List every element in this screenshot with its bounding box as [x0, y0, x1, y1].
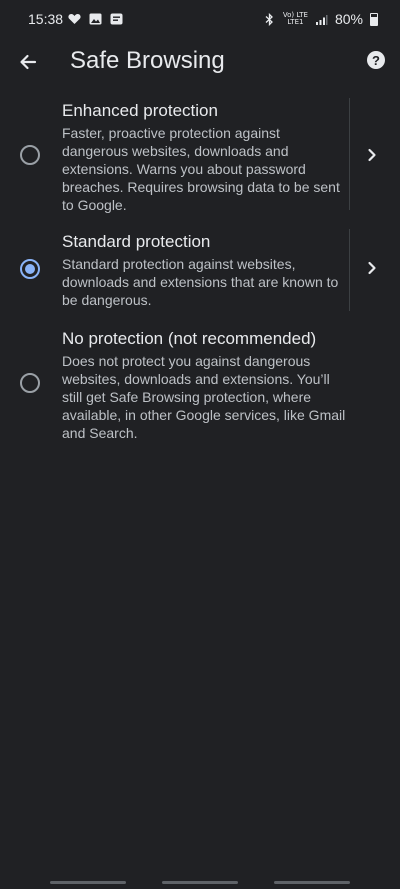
system-status: Vo) LTE LTE1 80% [263, 11, 378, 27]
help-icon: ? [372, 52, 380, 68]
option-description: Standard protection against websites, do… [62, 256, 339, 308]
option-description: Faster, proactive protection against dan… [62, 125, 340, 213]
nav-back-hint[interactable] [274, 881, 350, 884]
option-standard-protection[interactable]: Standard protection Standard protection … [0, 229, 400, 315]
status-time: 15:38 [28, 11, 64, 27]
signal-icon [315, 13, 328, 25]
navigation-bar [0, 879, 400, 889]
divider [349, 98, 350, 210]
chat-icon [110, 12, 123, 25]
option-title: Standard protection [62, 232, 211, 251]
bluetooth-icon [263, 12, 276, 27]
option-enhanced-protection[interactable]: Enhanced protection Faster, proactive pr… [0, 98, 400, 214]
battery-percent: 80% [334, 11, 363, 27]
details-button-standard[interactable] [363, 259, 381, 277]
option-title: No protection (not recommended) [62, 329, 317, 348]
option-text: No protection (not recommended) Does not… [62, 328, 346, 442]
radio-standard-protection[interactable] [20, 259, 40, 279]
heart-icon [68, 12, 81, 24]
option-no-protection[interactable]: No protection (not recommended) Does not… [0, 326, 400, 444]
network-type: Vo) LTE LTE1 [283, 12, 308, 26]
radio-enhanced-protection[interactable] [20, 145, 40, 165]
option-text: Standard protection Standard protection … [62, 231, 346, 309]
divider [349, 229, 350, 311]
nav-recents-hint[interactable] [50, 881, 126, 884]
notification-icons [68, 12, 123, 25]
battery-icon [370, 12, 378, 26]
radio-no-protection[interactable] [20, 373, 40, 393]
details-button-enhanced[interactable] [363, 146, 381, 164]
nav-home-hint[interactable] [162, 881, 238, 884]
chevron-right-icon [368, 261, 376, 275]
option-title: Enhanced protection [62, 101, 218, 120]
back-button[interactable] [14, 48, 42, 76]
chevron-right-icon [368, 148, 376, 162]
help-button[interactable]: ? [367, 51, 385, 69]
network-type-bottom: LTE1 [287, 18, 304, 26]
option-description: Does not protect you against dangerous w… [62, 353, 346, 441]
page-title: Safe Browsing [70, 47, 225, 74]
arrow-back-icon [20, 54, 37, 70]
option-text: Enhanced protection Faster, proactive pr… [62, 100, 346, 214]
app-bar: Safe Browsing ? [0, 38, 400, 86]
image-icon [89, 12, 102, 25]
status-bar: 15:38 Vo) LTE LTE1 80% [0, 0, 400, 38]
